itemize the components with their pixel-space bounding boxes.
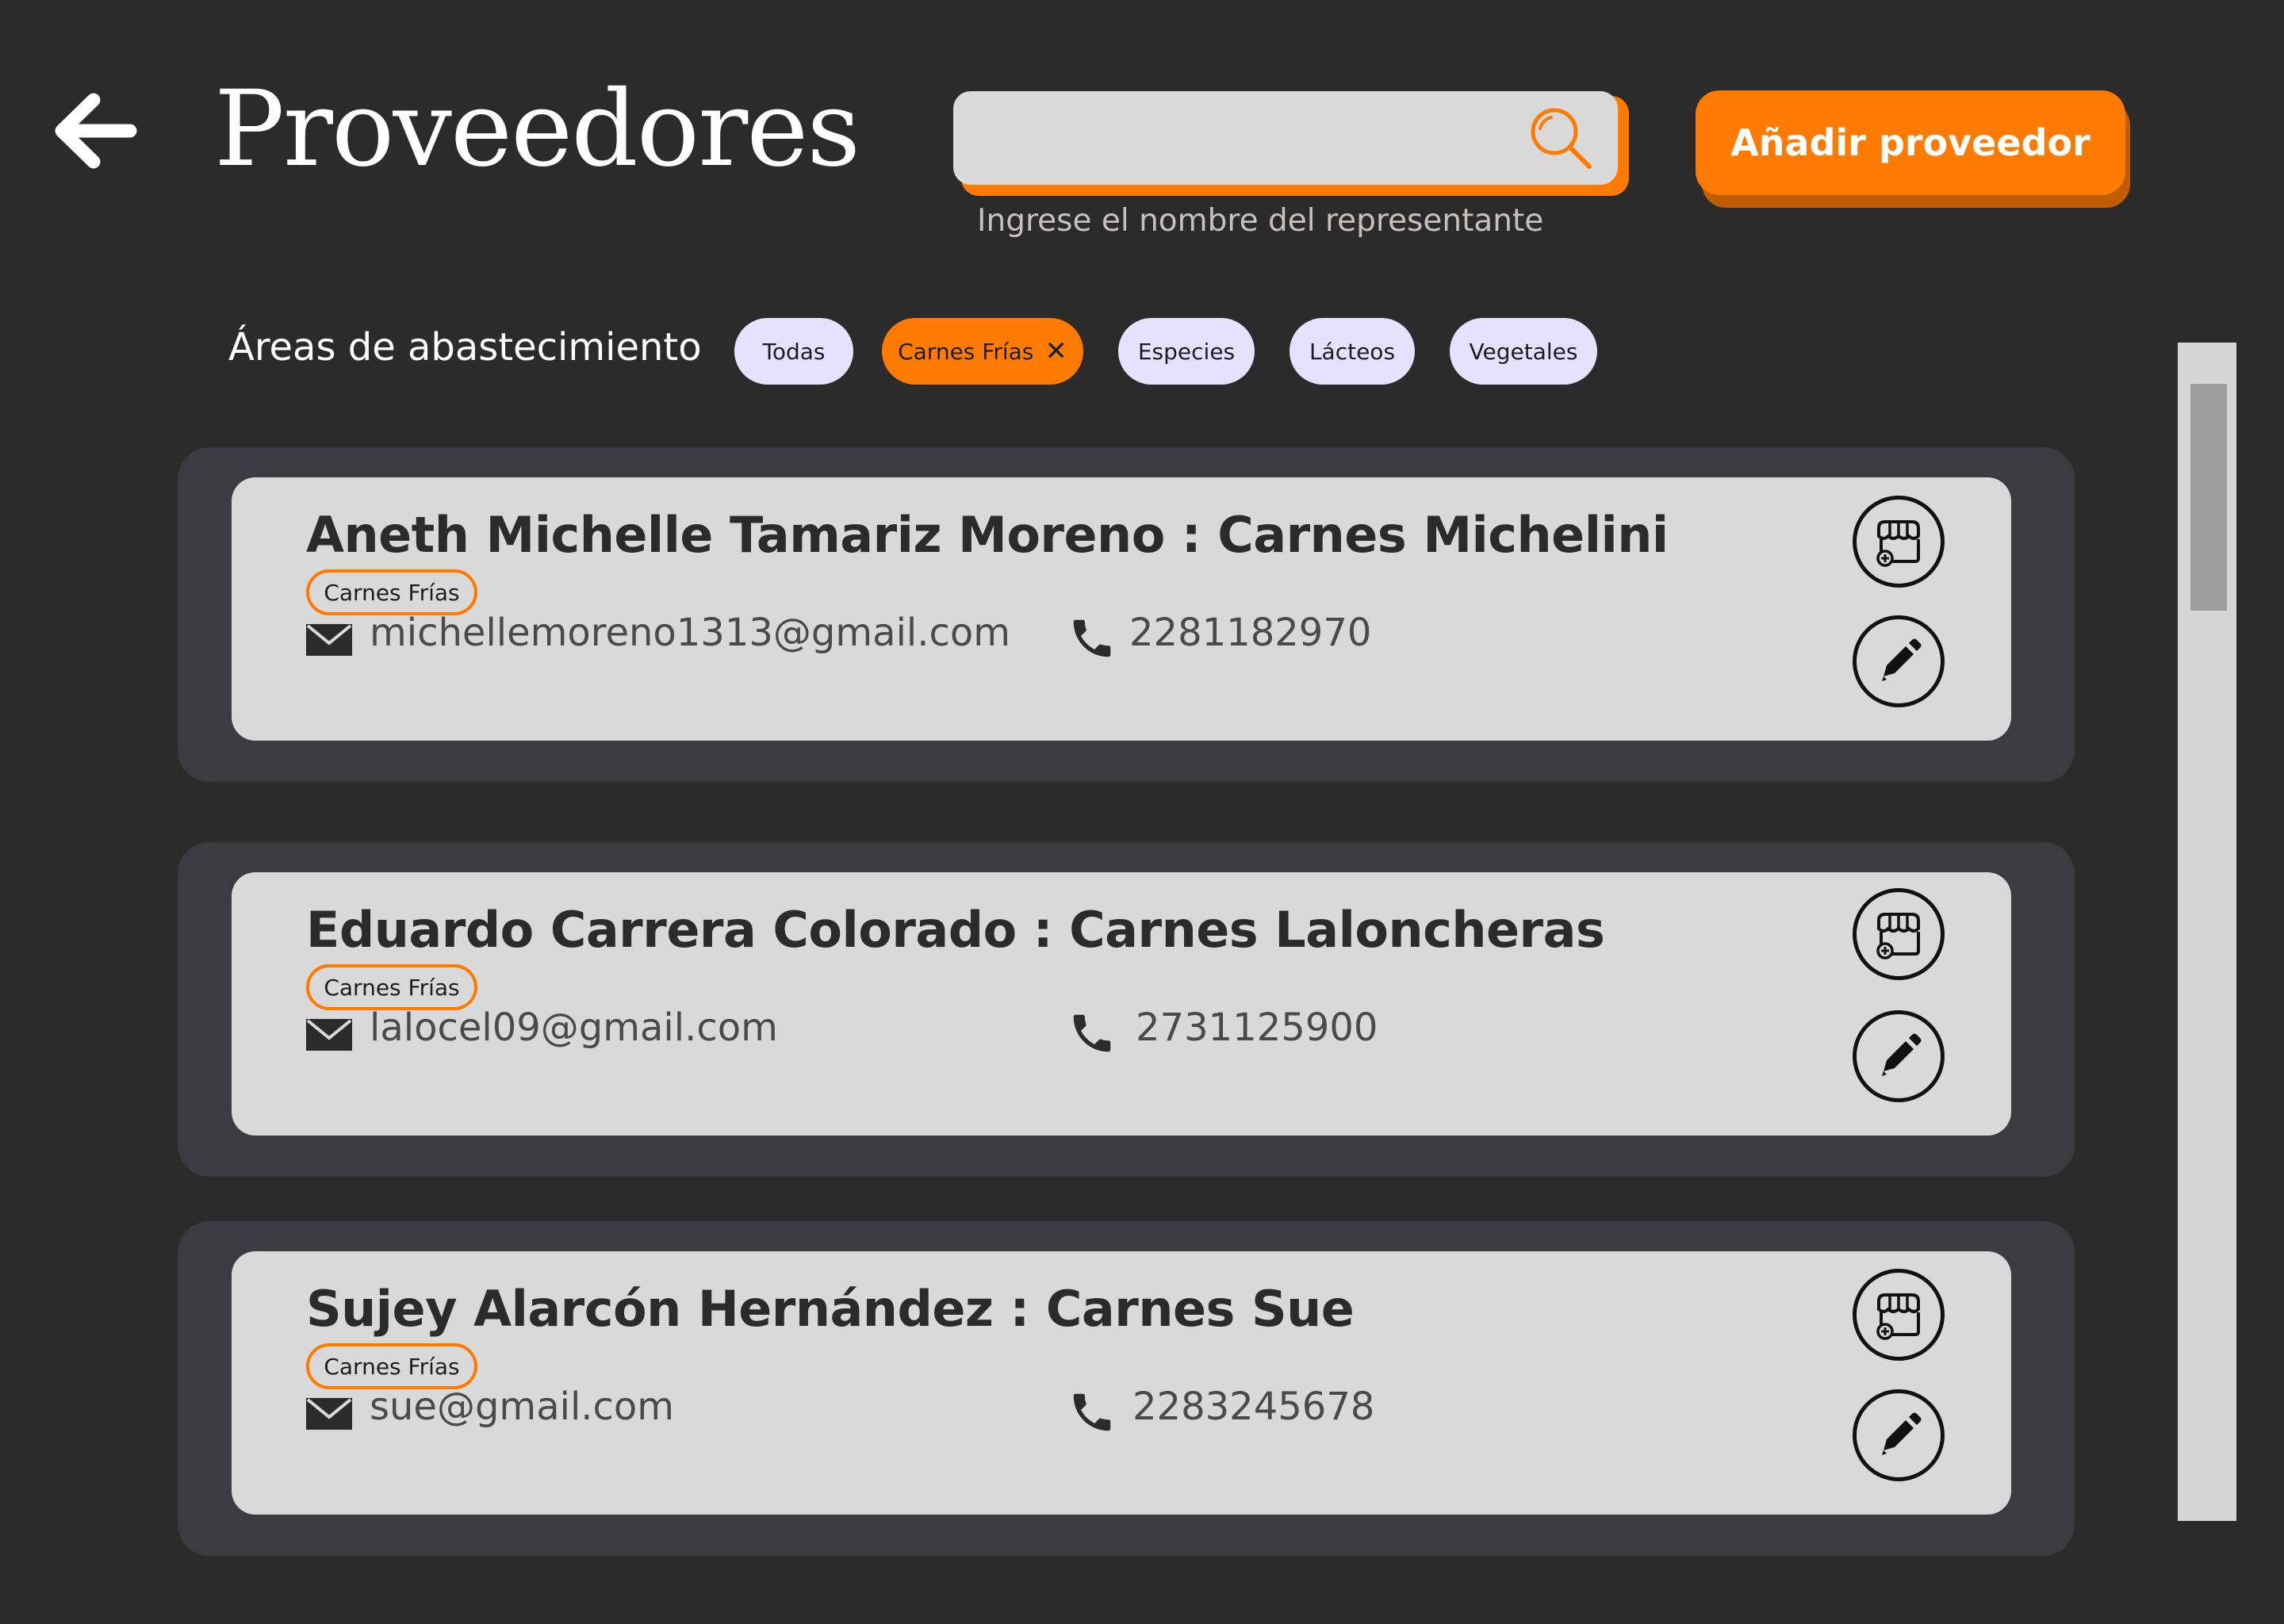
supplier-email: lalocel09@gmail.com — [370, 1005, 778, 1050]
pencil-icon — [1882, 1033, 1922, 1076]
store-add-icon — [1876, 1293, 1920, 1340]
store-add-button[interactable] — [1853, 1269, 1945, 1361]
page-title: Proveedores — [214, 68, 860, 190]
envelope-icon — [306, 1019, 352, 1051]
arrow-left-icon — [55, 93, 137, 169]
phone-icon — [1073, 619, 1111, 657]
scrollbar-thumb[interactable] — [2190, 384, 2227, 611]
filter-chip-carnes-frias[interactable]: Carnes Frías ✕ — [882, 318, 1083, 385]
store-add-icon — [1876, 913, 1920, 959]
supplier-card: Eduardo Carrera Colorado : Carnes Lalonc… — [178, 842, 2075, 1177]
search-icon[interactable] — [1527, 105, 1594, 171]
search-hint: Ingrese el nombre del representante — [977, 203, 1544, 239]
filter-chip-lacteos[interactable]: Lácteos — [1290, 318, 1415, 385]
chip-label: Todas — [762, 338, 826, 365]
edit-button[interactable] — [1853, 1010, 1945, 1102]
supplier-card: Sujey Alarcón Hernández : Carnes Sue Car… — [178, 1221, 2075, 1556]
envelope-icon — [306, 1398, 352, 1430]
pencil-icon — [1882, 638, 1922, 681]
supplier-phone: 2283245678 — [1132, 1385, 1375, 1429]
store-add-button[interactable] — [1853, 496, 1945, 588]
filter-chip-todas[interactable]: Todas — [734, 318, 853, 385]
phone-icon — [1073, 1014, 1111, 1052]
supplier-email: michellemoreno1313@gmail.com — [370, 611, 1011, 655]
store-add-icon — [1876, 520, 1920, 567]
filter-chip-especies[interactable]: Especies — [1118, 318, 1255, 385]
phone-icon — [1073, 1393, 1111, 1431]
filter-chip-vegetales[interactable]: Vegetales — [1450, 318, 1597, 385]
edit-button[interactable] — [1853, 615, 1945, 707]
pencil-icon — [1882, 1412, 1922, 1455]
chip-label: Lácteos — [1309, 338, 1396, 365]
envelope-icon — [306, 624, 352, 656]
supplier-area-tag: Carnes Frías — [306, 1343, 477, 1389]
chip-label: Vegetales — [1469, 338, 1578, 365]
supplier-card-inner: Sujey Alarcón Hernández : Carnes Sue Car… — [232, 1251, 2011, 1515]
supplier-phone: 2731125900 — [1136, 1005, 1378, 1050]
search-input[interactable] — [953, 91, 1618, 185]
search-box — [953, 91, 1618, 185]
supplier-title: Eduardo Carrera Colorado : Carnes Lalonc… — [306, 901, 1605, 959]
supplier-card: Aneth Michelle Tamariz Moreno : Carnes M… — [178, 447, 2075, 782]
supplier-card-inner: Eduardo Carrera Colorado : Carnes Lalonc… — [232, 872, 2011, 1136]
chip-label: Especies — [1137, 338, 1236, 365]
store-add-button[interactable] — [1853, 888, 1945, 980]
supplier-email: sue@gmail.com — [370, 1385, 675, 1429]
supplier-title: Aneth Michelle Tamariz Moreno : Carnes M… — [306, 506, 1669, 564]
back-button[interactable] — [48, 87, 143, 174]
supplier-card-inner: Aneth Michelle Tamariz Moreno : Carnes M… — [232, 477, 2011, 741]
supplier-title: Sujey Alarcón Hernández : Carnes Sue — [306, 1280, 1355, 1338]
filters-label: Áreas de abastecimiento — [228, 325, 702, 370]
supplier-area-tag: Carnes Frías — [306, 964, 477, 1010]
chip-label: Carnes Frías — [898, 338, 1034, 365]
supplier-phone: 2281182970 — [1129, 611, 1372, 655]
supplier-area-tag: Carnes Frías — [306, 569, 477, 615]
edit-button[interactable] — [1853, 1389, 1945, 1481]
close-icon[interactable]: ✕ — [1044, 338, 1067, 365]
add-supplier-button[interactable]: Añadir proveedor — [1696, 90, 2125, 195]
